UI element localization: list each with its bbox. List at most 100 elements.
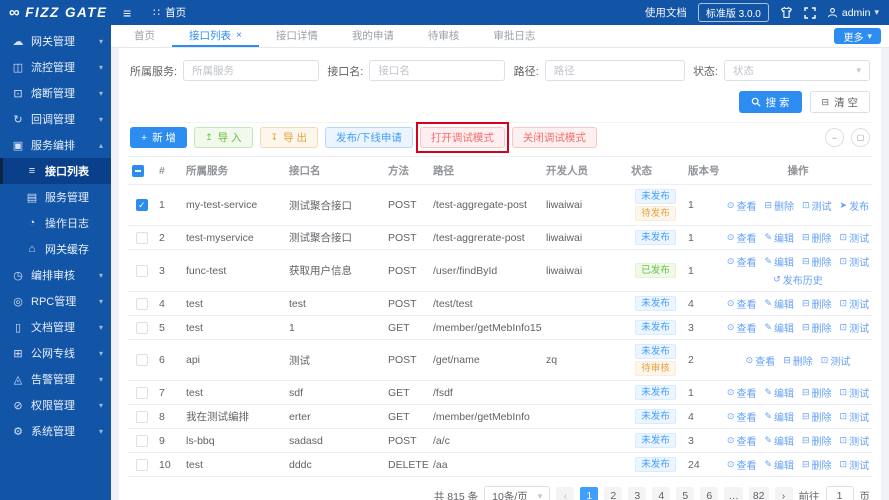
page-button-82[interactable]: 82 — [748, 487, 769, 500]
action-edit[interactable]: ✎ 编辑 — [764, 254, 794, 269]
sidebar-item-public-line[interactable]: ⊞ 公网专线 ▾ — [0, 340, 111, 366]
docs-link[interactable]: 使用文档 — [645, 5, 687, 20]
sidebar-subitem-service-mgmt[interactable]: ▤ 服务管理 — [0, 184, 111, 210]
action-test[interactable]: ⊡ 测试 — [840, 409, 870, 424]
action-delete[interactable]: ⊟ 删除 — [802, 296, 832, 311]
row-checkbox[interactable] — [135, 354, 148, 367]
action-view[interactable]: ⊙ 查看 — [727, 433, 757, 448]
action-test[interactable]: ⊡ 测试 — [840, 320, 870, 335]
tab-api-detail[interactable]: 接口详情 — [259, 25, 335, 47]
action-test[interactable]: ⊡ 测试 — [840, 230, 870, 245]
row-checkbox[interactable] — [135, 231, 148, 244]
action-test[interactable]: ⊡ 测试 — [821, 353, 851, 368]
action-test[interactable]: ⊡ 测试 — [802, 198, 832, 213]
row-checkbox[interactable] — [135, 458, 148, 471]
sidebar-item-rpc[interactable]: ◎ RPC管理 ▾ — [0, 288, 111, 314]
filter-status-select[interactable]: 状态 ▾ — [724, 60, 870, 81]
page-button-6[interactable]: 6 — [700, 487, 719, 500]
action-edit[interactable]: ✎ 编辑 — [764, 457, 794, 472]
filter-path-input[interactable] — [544, 60, 685, 81]
filter-api-name-input[interactable] — [369, 60, 506, 81]
action-delete[interactable]: ⊟ 删除 — [802, 433, 832, 448]
action-view[interactable]: ⊙ 查看 — [727, 385, 757, 400]
column-settings-button[interactable]: ▢ — [851, 128, 870, 147]
sidebar-item-alert[interactable]: ◬ 告警管理 ▾ — [0, 366, 111, 392]
sidebar-subitem-api-list[interactable]: ≡ 接口列表 — [0, 158, 111, 184]
page-button-3[interactable]: 3 — [628, 487, 647, 500]
action-delete[interactable]: ⊟ 删除 — [802, 409, 832, 424]
action-test[interactable]: ⊡ 测试 — [840, 385, 870, 400]
tab-audit-log[interactable]: 审批日志 — [476, 25, 552, 47]
action-delete[interactable]: ⊟ 删除 — [764, 198, 794, 213]
tab-api-list[interactable]: 接口列表 × — [172, 25, 259, 47]
action-view[interactable]: ⊙ 查看 — [727, 254, 757, 269]
nav-home-link[interactable]: ∷ 首页 — [153, 5, 186, 20]
sidebar-item-circuit-breaker[interactable]: ⊡ 熔断管理 ▾ — [0, 80, 111, 106]
row-checkbox[interactable] — [135, 264, 148, 277]
row-checkbox[interactable] — [135, 386, 148, 399]
select-all-checkbox[interactable] — [132, 164, 144, 177]
row-checkbox[interactable] — [135, 297, 148, 310]
tab-pending-review[interactable]: 待审核 — [411, 25, 477, 47]
prev-page-button[interactable]: ‹ — [556, 487, 575, 500]
action-delete[interactable]: ⊟ 删除 — [802, 320, 832, 335]
action-delete[interactable]: ⊟ 删除 — [802, 457, 832, 472]
row-checkbox[interactable] — [135, 410, 148, 423]
import-button[interactable]: ↥ 导 入 — [194, 127, 253, 148]
row-checkbox[interactable] — [135, 434, 148, 447]
action-test[interactable]: ⊡ 测试 — [840, 457, 870, 472]
page-button-2[interactable]: 2 — [604, 487, 623, 500]
debug-mode-off-button[interactable]: 关闭调试模式 — [511, 127, 597, 148]
sidebar-item-system[interactable]: ⚙ 系统管理 ▾ — [0, 418, 111, 444]
next-page-button[interactable]: › — [774, 487, 793, 500]
action-view[interactable]: ⊙ 查看 — [727, 230, 757, 245]
debug-mode-on-button[interactable]: 打开调试模式 — [419, 127, 505, 148]
page-size-select[interactable]: 10条/页 ▾ — [484, 486, 551, 500]
sidebar-item-orchestration-audit[interactable]: ◷ 编排审核 ▾ — [0, 262, 111, 288]
collapse-rows-button[interactable]: − — [825, 128, 844, 147]
row-checkbox[interactable] — [135, 199, 148, 212]
sidebar-item-gateway[interactable]: ☁ 网关管理 ▾ — [0, 28, 111, 54]
export-button[interactable]: ↧ 导 出 — [259, 127, 318, 148]
sidebar-item-doc[interactable]: ▯ 文档管理 ▾ — [0, 314, 111, 340]
filter-service-input[interactable] — [183, 60, 320, 81]
row-checkbox[interactable] — [135, 321, 148, 334]
add-button[interactable]: + 新 增 — [130, 127, 188, 148]
action-edit[interactable]: ✎ 编辑 — [764, 433, 794, 448]
user-menu[interactable]: admin ▾ — [827, 7, 879, 19]
action-publish[interactable]: ➤ 发布 — [840, 198, 870, 213]
clear-button[interactable]: ⊟ 清 空 — [809, 91, 870, 113]
publish-offline-apply-button[interactable]: 发布/下线申请 — [325, 127, 413, 148]
tab-home[interactable]: 首页 — [117, 25, 172, 47]
sidebar-subitem-gateway-cache[interactable]: ⌂ 网关缓存 — [0, 236, 111, 262]
page-button-4[interactable]: 4 — [652, 487, 671, 500]
action-delete[interactable]: ⊟ 删除 — [783, 353, 813, 368]
action-delete[interactable]: ⊟ 删除 — [802, 230, 832, 245]
sidebar-item-callback[interactable]: ↻ 回调管理 ▾ — [0, 106, 111, 132]
action-view[interactable]: ⊙ 查看 — [727, 409, 757, 424]
close-icon[interactable]: × — [236, 30, 242, 41]
page-button-1[interactable]: 1 — [580, 487, 599, 500]
action-edit[interactable]: ✎ 编辑 — [764, 385, 794, 400]
sidebar-item-permission[interactable]: ⊘ 权限管理 ▾ — [0, 392, 111, 418]
action-publish-history[interactable]: ↺ 发布历史 — [773, 272, 823, 287]
action-test[interactable]: ⊡ 测试 — [840, 433, 870, 448]
fullscreen-icon[interactable] — [804, 6, 816, 19]
action-view[interactable]: ⊙ 查看 — [727, 198, 757, 213]
action-edit[interactable]: ✎ 编辑 — [764, 296, 794, 311]
theme-shirt-icon[interactable] — [780, 6, 793, 19]
action-delete[interactable]: ⊟ 删除 — [802, 385, 832, 400]
sidebar-item-flow-control[interactable]: ◫ 流控管理 ▾ — [0, 54, 111, 80]
search-button[interactable]: 搜 索 — [738, 91, 802, 113]
action-edit[interactable]: ✎ 编辑 — [764, 320, 794, 335]
action-view[interactable]: ⊙ 查看 — [727, 296, 757, 311]
sidebar-subitem-op-log[interactable]: ◔ 操作日志 — [0, 210, 111, 236]
action-edit[interactable]: ✎ 编辑 — [764, 230, 794, 245]
action-delete[interactable]: ⊟ 删除 — [802, 254, 832, 269]
action-test[interactable]: ⊡ 测试 — [840, 254, 870, 269]
more-button[interactable]: 更多 ▾ — [834, 28, 881, 44]
action-test[interactable]: ⊡ 测试 — [840, 296, 870, 311]
action-edit[interactable]: ✎ 编辑 — [764, 409, 794, 424]
action-view[interactable]: ⊙ 查看 — [746, 353, 776, 368]
hamburger-menu-icon[interactable]: ≡ — [123, 6, 131, 20]
